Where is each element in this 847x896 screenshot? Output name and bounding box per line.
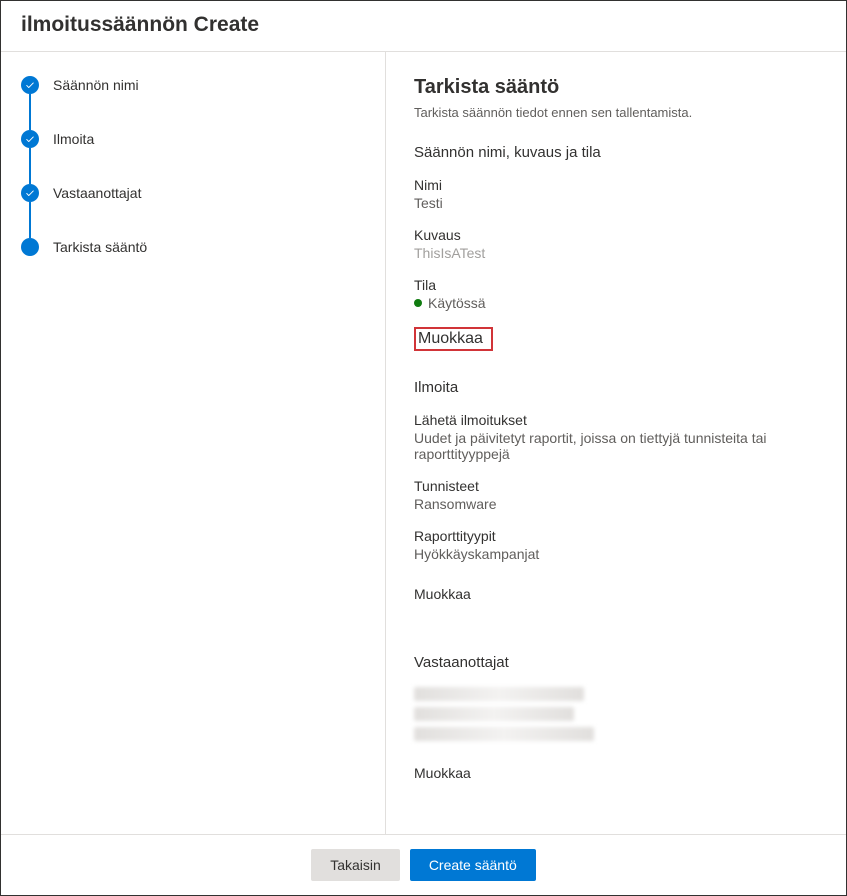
status-value: Käytössä xyxy=(428,295,486,311)
recipient-redacted xyxy=(414,707,574,721)
field-status: Tila Käytössä xyxy=(414,277,818,311)
step-connector xyxy=(29,202,31,238)
checkmark-icon xyxy=(21,130,39,148)
dialog-footer: Takaisin Create sääntö xyxy=(1,834,846,895)
field-report-types: Raporttityypit Hyökkäyskampanjat xyxy=(414,528,818,562)
current-step-icon xyxy=(21,238,39,256)
steps-sidebar: Säännön nimi Ilmoita Vastaanottajat Tark xyxy=(1,52,386,834)
dialog-title: ilmoitussäännön Create xyxy=(21,13,826,37)
status-label: Tila xyxy=(414,277,818,293)
field-name: Nimi Testi xyxy=(414,177,818,211)
description-value: ThisIsATest xyxy=(414,245,818,261)
types-label: Raporttityypit xyxy=(414,528,818,544)
section-heading-name: Säännön nimi, kuvaus ja tila xyxy=(414,144,818,161)
step-recipients[interactable]: Vastaanottajat xyxy=(21,184,365,238)
main-panel: Tarkista sääntö Tarkista säännön tiedot … xyxy=(386,52,846,834)
recipient-redacted xyxy=(414,687,584,701)
step-name[interactable]: Säännön nimi xyxy=(21,76,365,130)
edit-link-name-section[interactable]: Muokkaa xyxy=(414,327,493,351)
section-heading-recipients: Vastaanottajat xyxy=(414,654,818,671)
section-heading-notify: Ilmoita xyxy=(414,379,818,396)
step-label: Tarkista sääntö xyxy=(53,238,147,256)
send-value: Uudet ja päivitetyt raportit, joissa on … xyxy=(414,430,818,462)
send-label: Lähetä ilmoitukset xyxy=(414,412,818,428)
edit-link-notify-section[interactable]: Muokkaa xyxy=(414,586,471,602)
edit-link-label: Muokkaa xyxy=(418,330,483,347)
checkmark-icon xyxy=(21,76,39,94)
step-label: Ilmoita xyxy=(53,130,94,148)
description-label: Kuvaus xyxy=(414,227,818,243)
types-value: Hyökkäyskampanjat xyxy=(414,546,818,562)
back-button[interactable]: Takaisin xyxy=(311,849,400,881)
step-connector xyxy=(29,148,31,184)
steps-list: Säännön nimi Ilmoita Vastaanottajat Tark xyxy=(21,76,365,256)
create-rule-button[interactable]: Create sääntö xyxy=(410,849,536,881)
tags-label: Tunnisteet xyxy=(414,478,818,494)
dialog-header: ilmoitussäännön Create xyxy=(1,1,846,52)
step-label: Vastaanottajat xyxy=(53,184,141,202)
page-title: Tarkista sääntö xyxy=(414,76,818,99)
recipients-list xyxy=(414,687,818,741)
field-tags: Tunnisteet Ransomware xyxy=(414,478,818,512)
step-review[interactable]: Tarkista sääntö xyxy=(21,238,365,256)
field-send-notifications: Lähetä ilmoitukset Uudet ja päivitetyt r… xyxy=(414,412,818,462)
status-row: Käytössä xyxy=(414,295,818,311)
page-subtitle: Tarkista säännön tiedot ennen sen tallen… xyxy=(414,105,818,120)
step-notify[interactable]: Ilmoita xyxy=(21,130,365,184)
edit-link-recipients-section[interactable]: Muokkaa xyxy=(414,765,471,781)
checkmark-icon xyxy=(21,184,39,202)
name-value: Testi xyxy=(414,195,818,211)
tags-value: Ransomware xyxy=(414,496,818,512)
dialog-content: Säännön nimi Ilmoita Vastaanottajat Tark xyxy=(1,52,846,834)
field-description: Kuvaus ThisIsATest xyxy=(414,227,818,261)
name-label: Nimi xyxy=(414,177,818,193)
step-connector xyxy=(29,94,31,130)
recipient-redacted xyxy=(414,727,594,741)
step-label: Säännön nimi xyxy=(53,76,139,94)
status-dot-icon xyxy=(414,299,422,307)
